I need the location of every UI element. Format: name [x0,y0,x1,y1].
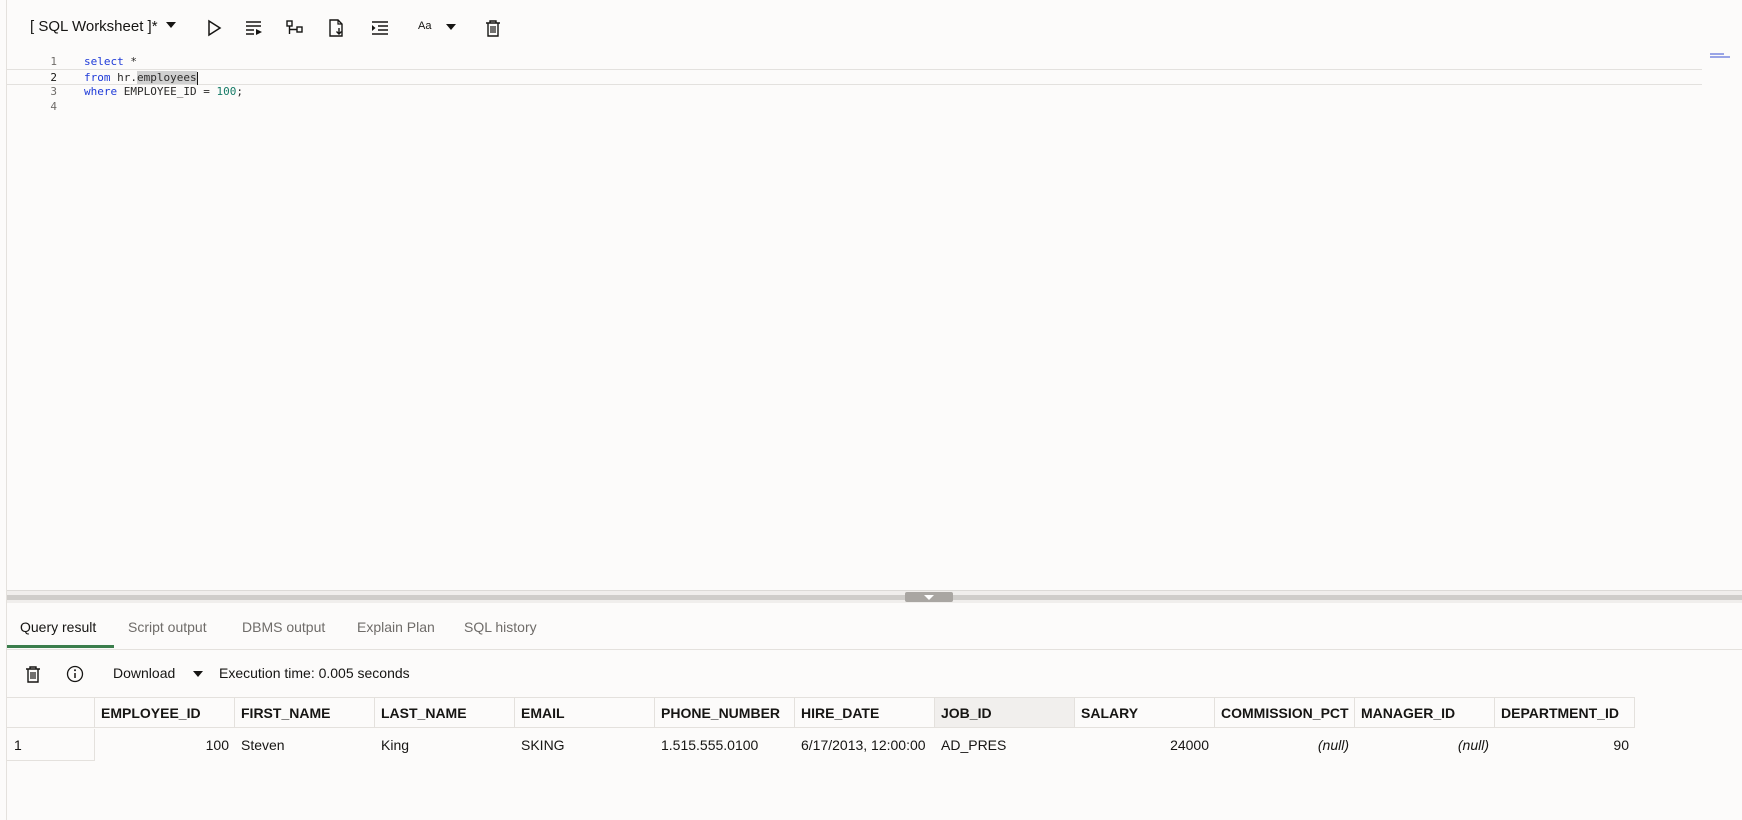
cell-commission-pct[interactable]: (null) [1215,729,1355,761]
result-toolbar: Download Execution time: 0.005 seconds [7,652,1742,696]
text-cursor [196,71,198,85]
keyword: where [84,85,118,98]
cell-email[interactable]: SKING [515,729,655,761]
column-header[interactable]: LAST_NAME [375,697,515,728]
worksheet-menu-caret-icon[interactable] [166,22,176,28]
run-script-button[interactable] [240,14,268,42]
code-text: where EMPLOYEE_ID = 100; [84,84,243,100]
cell-last-name[interactable]: King [375,729,515,761]
column-header[interactable]: DEPARTMENT_ID [1495,697,1635,728]
worksheet-toolbar: [ SQL Worksheet ]* Aa [0,0,1742,54]
code-line: 1 select * [7,54,1702,70]
tab-query-result[interactable]: Query result [20,619,96,647]
selected-text: employees [137,71,197,84]
code-fragment: ; [236,85,243,98]
code-line-current: 2 from hr.employees [7,69,1702,85]
column-header[interactable]: JOB_ID [935,697,1075,728]
row-number-header [7,697,95,728]
code-text: select * [84,54,137,70]
code-fragment: hr. [110,71,137,84]
keyword: from [84,71,111,84]
editor-minimap[interactable] [1710,53,1734,59]
code-line: 4 [7,99,1702,115]
tab-dbms-output[interactable]: DBMS output [242,619,325,647]
trash-icon [486,20,500,37]
line-number: 4 [50,100,57,113]
column-header[interactable]: EMAIL [515,697,655,728]
column-header[interactable]: COMMISSION_PCT [1215,697,1355,728]
column-header[interactable]: PHONE_NUMBER [655,697,795,728]
run-script-icon [246,21,262,35]
download-button[interactable]: Download [113,665,175,681]
line-number: 3 [50,85,57,98]
cell-salary[interactable]: 24000 [1075,729,1215,761]
run-statement-button[interactable] [200,14,228,42]
execution-time: Execution time: 0.005 seconds [219,665,410,681]
column-header[interactable]: FIRST_NAME [235,697,375,728]
line-number: 1 [50,55,57,68]
cell-hire-date[interactable]: 6/17/2013, 12:00:00 [795,729,935,761]
sql-editor[interactable]: 1 select * 2 from hr.employees 3 where E… [7,54,1742,588]
autotrace-icon [329,19,343,37]
font-size-caret-icon[interactable] [446,24,456,30]
worksheet-title[interactable]: [ SQL Worksheet ]* [30,18,158,35]
row-number: 1 [7,729,95,761]
info-icon [66,665,84,683]
keyword: select [84,55,124,68]
cell-first-name[interactable]: Steven [235,729,375,761]
active-tab-indicator [7,645,114,648]
column-header[interactable]: MANAGER_ID [1355,697,1495,728]
explain-plan-button[interactable] [281,14,309,42]
explain-plan-icon [286,20,303,34]
format-button[interactable] [366,14,394,42]
cell-manager-id[interactable]: (null) [1355,729,1495,761]
font-size-label[interactable]: Aa [418,20,431,32]
number-literal: 100 [216,85,237,98]
run-statement-icon [208,19,222,37]
clear-editor-button[interactable] [479,14,507,42]
column-header[interactable]: EMPLOYEE_ID [95,697,235,728]
info-button[interactable] [63,662,87,686]
splitter-bar [7,595,1742,600]
code-fragment: * [123,55,137,68]
column-header[interactable]: HIRE_DATE [795,697,935,728]
download-caret-icon[interactable] [193,671,203,677]
collapse-panel-handle-icon[interactable] [905,592,953,602]
cell-employee-id[interactable]: 100 [95,729,235,761]
column-header[interactable]: SALARY [1075,697,1215,728]
cell-department-id[interactable]: 90 [1495,729,1635,761]
autotrace-button[interactable] [322,14,350,42]
code-fragment: EMPLOYEE_ID = [117,85,217,98]
tab-script-output[interactable]: Script output [128,619,207,647]
cell-job-id[interactable]: AD_PRES [935,729,1075,761]
tab-explain-plan[interactable]: Explain Plan [357,619,435,647]
tab-sql-history[interactable]: SQL history [464,619,537,647]
pane-splitter[interactable] [7,590,1742,603]
output-tabs: Query result Script output DBMS output E… [7,603,1742,650]
clear-results-button[interactable] [21,662,45,686]
format-icon [372,21,388,35]
code-line: 3 where EMPLOYEE_ID = 100; [7,84,1702,100]
cell-phone-number[interactable]: 1.515.555.0100 [655,729,795,761]
trash-icon [26,666,40,683]
